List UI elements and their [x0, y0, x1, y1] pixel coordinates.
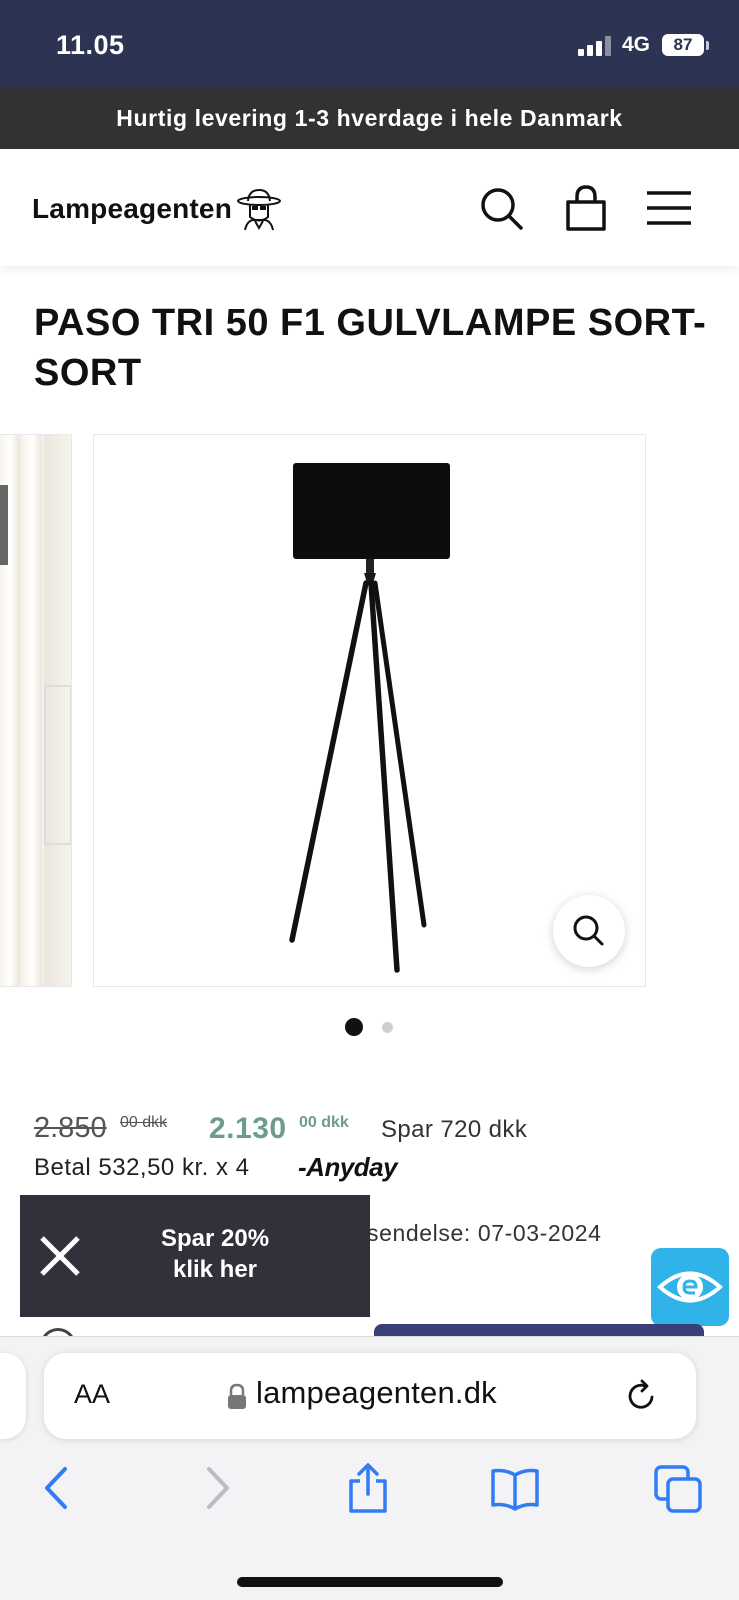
announcement-bar: Hurtig levering 1-3 hverdage i hele Danm… [0, 87, 739, 149]
browser-toolbar: AA lampeagenten.dk [0, 1336, 739, 1600]
search-button[interactable] [477, 184, 525, 232]
detective-icon [237, 188, 281, 231]
anyday-mark: - [298, 1152, 307, 1182]
tabs-icon [654, 1465, 702, 1513]
logo-text: Lampeagenten [32, 193, 232, 224]
hamburger-menu-icon [647, 191, 691, 225]
promo-text[interactable]: Spar 20% klik her [140, 1223, 290, 1285]
lock-icon [228, 1383, 246, 1409]
anyday-label: Anyday [306, 1152, 398, 1182]
chevron-left-icon [45, 1467, 67, 1509]
pagination-dot-2[interactable] [382, 1022, 393, 1033]
status-bar: 11.05 4G 87 [0, 0, 739, 87]
battery-icon: 87 [662, 34, 704, 56]
signal-icon [578, 36, 612, 56]
chevron-right-icon [207, 1467, 229, 1509]
cart-button[interactable] [562, 184, 610, 232]
shopping-bag-icon [566, 185, 606, 231]
anyday-logo[interactable]: -Anyday [298, 1152, 398, 1183]
forward-button[interactable] [189, 1461, 243, 1515]
tabs-button[interactable] [652, 1461, 706, 1515]
search-icon [481, 188, 523, 230]
shipping-date: fsendelse: 07-03-2024 [360, 1220, 602, 1246]
home-indicator [237, 1577, 503, 1587]
address-bar[interactable]: AA lampeagenten.dk [44, 1353, 696, 1439]
share-button[interactable] [341, 1461, 395, 1515]
reader-settings-button[interactable]: AA [74, 1379, 110, 1410]
close-icon [40, 1236, 80, 1276]
url-text[interactable]: lampeagenten.dk [256, 1375, 497, 1411]
zoom-button[interactable] [553, 895, 625, 967]
original-price-decimals: 00 dkk [120, 1114, 168, 1131]
logo[interactable]: Lampeagenten [32, 187, 282, 231]
accessibility-button[interactable] [651, 1248, 729, 1326]
sale-price-decimals: 00 dkk [299, 1114, 349, 1131]
sale-price: 2.130 [209, 1112, 287, 1145]
savings-label: Spar 720 dkk [381, 1116, 528, 1143]
previous-tab-peek[interactable] [0, 1353, 26, 1439]
network-type: 4G [622, 33, 651, 56]
bookmarks-button[interactable] [488, 1461, 542, 1515]
promo-popup[interactable]: Spar 20% klik her [20, 1195, 370, 1317]
gallery-previous-slide[interactable] [0, 434, 72, 987]
status-time: 11.05 [56, 30, 125, 60]
zoom-icon [573, 915, 604, 946]
gallery-pagination [342, 1017, 402, 1037]
battery-tip [706, 41, 709, 50]
menu-button[interactable] [645, 184, 693, 232]
back-button[interactable] [31, 1461, 85, 1515]
installment-text: Betal 532,50 kr. x 4 [34, 1154, 250, 1181]
share-icon [349, 1463, 387, 1513]
original-price: 2.850 [34, 1112, 107, 1144]
reload-icon[interactable] [622, 1377, 660, 1415]
product-title: PASO TRI 50 F1 GULVLAMPE SORT-SORT [34, 302, 707, 394]
site-header: Lampeagenten [0, 149, 739, 266]
promo-close-button[interactable] [36, 1232, 84, 1280]
pagination-dot-1[interactable] [345, 1018, 363, 1036]
book-icon [491, 1468, 539, 1511]
eye-icon [657, 1271, 723, 1303]
